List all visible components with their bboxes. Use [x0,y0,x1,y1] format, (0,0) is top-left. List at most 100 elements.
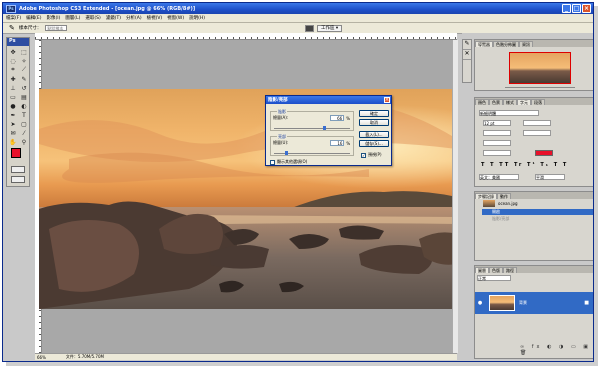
lasso-tool-icon[interactable]: ◌ [8,57,18,65]
visibility-eye-icon[interactable]: ● [475,300,485,306]
tab-history[interactable]: 步驟記錄 [475,193,497,199]
gradient-tool-icon[interactable]: ▤ [19,93,29,101]
workspace-icon[interactable] [305,24,314,32]
text-color-swatch[interactable] [535,150,553,156]
vertical-scrollbar[interactable] [452,40,458,353]
sample-size-select[interactable]: 點狀樣本 [45,25,68,31]
shape-tool-icon[interactable]: ▢ [19,120,29,128]
eyedropper-icon[interactable]: ✎ [9,24,15,32]
hand-tool-icon[interactable]: ✋ [8,138,18,146]
history-item-shadow-highlight[interactable]: 陰影/亮部 [492,216,509,222]
highlight-slider-thumb[interactable] [284,151,288,155]
tab-layers[interactable]: 圖層 [475,267,489,273]
dialog-close-icon[interactable]: × [384,97,390,103]
tab-paths[interactable]: 路徑 [503,267,517,273]
load-button[interactable]: 載入(L)... [359,131,389,138]
tab-actions[interactable]: 動作 [497,193,511,199]
notes-tool-icon[interactable]: ✉ [8,129,18,137]
close-icon[interactable]: × [582,4,591,13]
font-size-field[interactable]: 12 pt [483,120,511,126]
crop-tool-icon[interactable]: ⌗ [8,66,18,74]
brushes-icon[interactable]: ✎ [463,40,471,50]
preview-label: 預視(P) [368,152,382,157]
shadow-group: 陰影 總量(A): 66 % [270,109,354,131]
shadow-amount-slider[interactable] [274,126,350,130]
antialias-select[interactable]: 平滑 [535,174,565,180]
menu-file[interactable]: 檔案(F) [6,15,21,21]
minimize-icon[interactable]: _ [562,4,571,13]
navigator-zoom-slider[interactable] [505,87,575,88]
tab-channels[interactable]: 色版 [489,267,503,273]
tab-swatches[interactable]: 色票 [489,99,503,105]
cancel-button[interactable]: 取消 [359,119,389,126]
menu-filter[interactable]: 濾鏡(T) [106,15,121,21]
history-brush-icon[interactable]: ↺ [19,84,29,92]
brush-tool-icon[interactable]: ✎ [19,75,29,83]
text-style-buttons[interactable]: T T TT Tr T¹ T₁ T T [481,162,568,168]
preview-checkbox[interactable]: ✓ [361,152,366,158]
highlight-amount-slider[interactable] [274,151,350,155]
slice-tool-icon[interactable]: ⟋ [19,66,29,74]
tool-presets-icon[interactable]: ✕ [463,50,471,60]
sample-size-label: 樣本尺寸： [18,26,42,31]
menu-image[interactable]: 影像(I) [46,15,60,21]
lock-icon: ■ [584,300,589,306]
quick-mask-icon[interactable] [11,166,25,173]
show-more-checkbox[interactable] [270,159,275,165]
language-select[interactable]: 英文：美國 [479,174,519,180]
healing-brush-icon[interactable]: ✚ [8,75,18,83]
dodge-tool-icon[interactable]: ◐ [19,102,29,110]
font-family-select[interactable]: 新細明體 [479,110,539,116]
menu-edit[interactable]: 編輯(E) [26,15,41,21]
menu-layer[interactable]: 圖層(L) [65,15,80,21]
layers-footer-buttons[interactable]: ∞ fx ◐ ◑ ▭ ▣ 🗑 [520,344,593,356]
screen-mode-icon[interactable] [11,176,25,183]
navigator-thumbnail[interactable] [509,52,571,84]
pen-tool-icon[interactable]: ✒ [8,111,18,119]
maximize-icon[interactable]: □ [572,4,581,13]
clone-stamp-icon[interactable]: ⊥ [8,84,18,92]
preview-option[interactable]: ✓ 預視(P) [361,152,382,158]
leading-field[interactable] [523,120,551,126]
title-bar[interactable]: Ps Adobe Photoshop CS3 Extended - [ocean… [3,3,593,14]
menu-window[interactable]: 視窗(W) [167,15,184,21]
foreground-color-swatch[interactable] [11,148,21,158]
eraser-tool-icon[interactable]: ▭ [8,93,18,101]
highlight-amount-input[interactable]: 16 [330,140,345,146]
type-tool-icon[interactable]: T [19,111,29,119]
history-snapshot[interactable]: ocean.jpg [483,200,518,207]
blend-mode-select[interactable]: 正常 [477,275,511,281]
zoom-tool-icon[interactable]: ⚲ [19,138,29,146]
marquee-tool-icon[interactable]: ⬚ [19,48,29,56]
tracking-field[interactable] [483,130,511,136]
tab-info[interactable]: 資訊 [519,41,533,47]
ok-button[interactable]: 確定 [359,110,389,117]
tab-histogram[interactable]: 色階分佈圖 [493,41,519,47]
shadow-slider-thumb[interactable] [322,126,326,130]
move-tool-icon[interactable]: ✥ [8,48,18,56]
magic-wand-icon[interactable]: ✧ [19,57,29,65]
baseline-field[interactable] [483,150,511,156]
path-select-icon[interactable]: ➤ [8,120,18,128]
history-item-open[interactable]: 開啟 [482,209,593,215]
show-more-options[interactable]: 顯示其他選項(O) [270,159,307,165]
blur-tool-icon[interactable]: ● [8,102,18,110]
eyedropper-tool-icon[interactable]: ⁄ [19,129,29,137]
zoom-level[interactable]: 66% [37,355,46,360]
save-button[interactable]: 儲存(S)... [359,140,389,147]
shadow-amount-input[interactable]: 66 [330,115,345,121]
kerning-field[interactable] [523,130,551,136]
tab-color[interactable]: 顏色 [475,99,489,105]
ocean-photo-canvas[interactable] [39,89,457,309]
layer-background[interactable]: ● 背景 ■ [475,292,593,314]
tab-paragraph[interactable]: 段落 [531,99,545,105]
workspace-button[interactable]: 工作區 ▾ [317,24,343,32]
menu-select[interactable]: 選取(S) [85,15,100,21]
scale-field[interactable] [483,140,511,146]
menu-analysis[interactable]: 分析(A) [126,15,142,21]
tab-character[interactable]: 字元 [517,99,531,105]
menu-help[interactable]: 說明(H) [189,15,205,21]
tab-navigator[interactable]: 導覽器 [475,41,493,47]
tab-styles[interactable]: 樣式 [503,99,517,105]
menu-view[interactable]: 檢視(V) [147,15,163,21]
